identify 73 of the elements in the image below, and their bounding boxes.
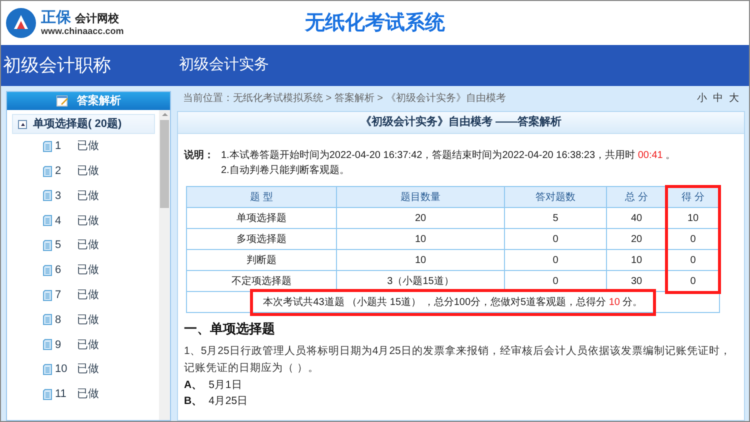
breadcrumb: 当前位置：无纸化考试模拟系统 > 答案解析 > 《初级会计实务》自由模考 bbox=[183, 92, 506, 106]
table-cell: 不定项选择题 bbox=[187, 271, 336, 292]
section-heading: 一、单项选择题 bbox=[184, 320, 276, 338]
document-icon bbox=[43, 290, 52, 301]
document-icon bbox=[43, 388, 52, 400]
option-letter: B、 bbox=[184, 394, 203, 408]
system-title: 无纸化考试系统 bbox=[305, 10, 445, 36]
option-text: 5月1日 bbox=[208, 378, 242, 392]
table-cell: 20 bbox=[337, 208, 504, 229]
table-cell: 30 bbox=[607, 271, 666, 292]
document-icon bbox=[43, 140, 52, 152]
table-cell: 0 bbox=[667, 229, 719, 250]
table-cell: 0 bbox=[505, 250, 606, 271]
table-cell: 10 bbox=[667, 208, 719, 229]
subject-name: 初级会计实务 bbox=[179, 55, 269, 76]
table-cell: 0 bbox=[505, 271, 606, 292]
table-cell: 0 bbox=[505, 229, 606, 250]
table-cell: 40 bbox=[607, 208, 666, 229]
sidebar-title: 答案解析 bbox=[77, 93, 121, 109]
table-cell: 3（小题15道） bbox=[337, 271, 504, 292]
table-cell: 0 bbox=[667, 250, 719, 271]
exam-time-note: 1.本试卷答题开始时间为2022-04-20 16:37:42，答题结束时间为2022-04-20 16:38:23，共用时 00:41 。 bbox=[221, 148, 676, 163]
font-size-option[interactable]: 大 bbox=[729, 91, 739, 106]
table-cell: 10 bbox=[337, 250, 504, 271]
question-item[interactable]: 6 已做 bbox=[12, 258, 155, 283]
question-item[interactable]: 10 已做 bbox=[12, 357, 155, 382]
scrollbar[interactable] bbox=[159, 110, 170, 420]
column-header: 题目数量 bbox=[337, 187, 504, 208]
document-icon bbox=[43, 364, 52, 376]
column-header: 得 分 bbox=[667, 187, 719, 208]
document-icon bbox=[43, 240, 52, 252]
table-cell: 单项选择题 bbox=[187, 208, 336, 229]
column-header: 答对题数 bbox=[505, 187, 606, 208]
notes-label: 说明： bbox=[184, 148, 215, 163]
table-cell: 多项选择题 bbox=[187, 229, 336, 250]
question-item[interactable]: 2 已做 bbox=[12, 158, 155, 184]
column-header: 总 分 bbox=[607, 187, 666, 208]
question-item[interactable]: 3 已做 bbox=[12, 184, 155, 208]
document-icon bbox=[43, 190, 52, 202]
table-cell: 10 bbox=[337, 229, 504, 250]
logo-url: www.chinaacc.com bbox=[41, 27, 124, 36]
panel-header: 《初级会计实务》自由模考 ——答案解析 bbox=[178, 112, 744, 134]
logo-subtitle: 会计网校 bbox=[75, 14, 119, 25]
grading-note: 2.自动判卷只能判断客观题。 bbox=[221, 164, 350, 178]
table-cell: 10 bbox=[607, 250, 666, 271]
document-icon bbox=[43, 166, 52, 177]
notepad-pencil-icon bbox=[56, 95, 69, 107]
question-item[interactable]: 8 已做 bbox=[12, 308, 155, 332]
question-item[interactable]: 4 已做 bbox=[12, 208, 155, 234]
logo-icon bbox=[5, 7, 37, 39]
question-item[interactable]: 9 已做 bbox=[12, 332, 155, 358]
question-item[interactable]: 11 已做 bbox=[12, 382, 155, 407]
document-icon bbox=[43, 314, 52, 326]
font-size-option[interactable]: 中 bbox=[713, 91, 723, 106]
question-item[interactable]: 5 已做 bbox=[12, 233, 155, 258]
score-summary: 本次考试共43道题 （小题共 15道） ，总分100分，您做对5道客观题，总得分 10 分。 bbox=[250, 288, 656, 316]
table-cell: 判断题 bbox=[187, 250, 336, 271]
document-icon bbox=[43, 339, 52, 350]
document-icon bbox=[43, 264, 52, 276]
table-cell: 20 bbox=[607, 229, 666, 250]
option-text: 4月25日 bbox=[208, 394, 248, 408]
table-cell: 0 bbox=[667, 271, 719, 292]
document-icon bbox=[43, 215, 52, 226]
column-header: 题 型 bbox=[187, 187, 336, 208]
question-group-header[interactable]: 单项选择题( 20题) bbox=[12, 114, 155, 134]
font-size-option[interactable]: 小 bbox=[697, 91, 707, 106]
question-item[interactable]: 1 已做 bbox=[12, 134, 155, 159]
exam-level: 初级会计职称 bbox=[3, 54, 111, 77]
table-cell: 5 bbox=[505, 208, 606, 229]
logo-name: 正保 bbox=[41, 10, 71, 25]
question-item[interactable]: 7 已做 bbox=[12, 282, 155, 308]
option-letter: A、 bbox=[184, 378, 203, 392]
question-text: 1、5月25日行政管理人员将标明日期为4月25日的发票拿来报销，经审核后会计人员依据该发票编制记账凭证时，记账凭证的日期应为（ ）。 bbox=[184, 344, 732, 376]
